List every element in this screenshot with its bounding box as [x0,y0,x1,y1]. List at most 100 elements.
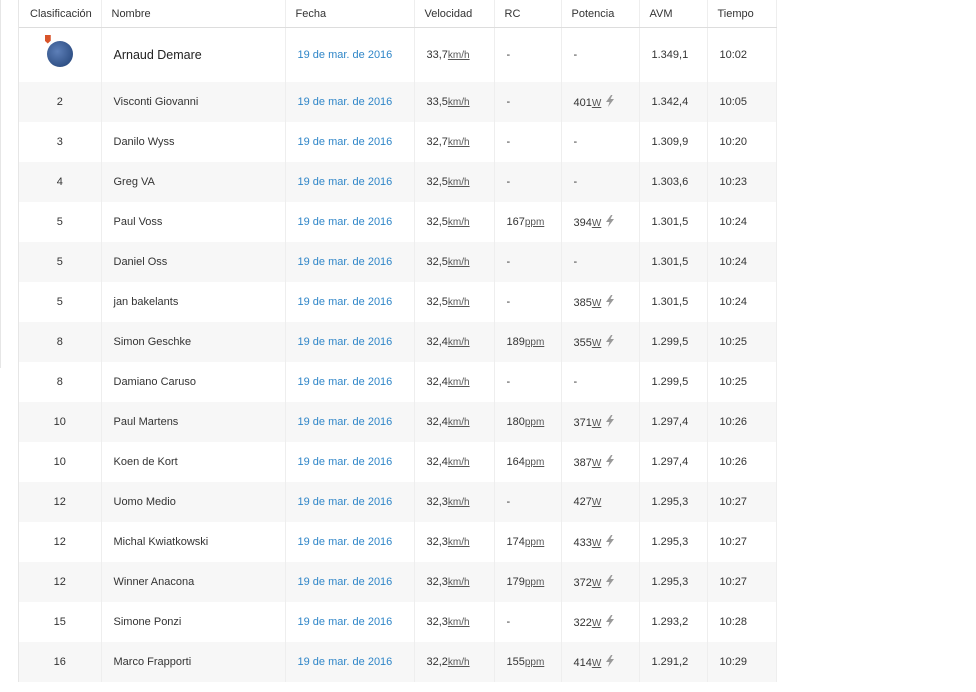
hr-cell: 180ppm [494,402,562,442]
table-row[interactable]: Arnaud Demare 19 de mar. de 2016 33,7km/h -… [19,27,777,82]
activity-date-link[interactable]: 19 de mar. de 2016 [298,656,393,668]
hr-unit: ppm [524,577,545,588]
activity-date-link[interactable]: 19 de mar. de 2016 [298,536,393,548]
athlete-avatar[interactable] [44,34,73,67]
hr-unit: ppm [524,217,545,228]
table-row[interactable]: 8 Damiano Caruso 19 de mar. de 2016 32,4km/… [19,362,777,402]
athlete-name-link[interactable]: Arnaud Demare [114,48,202,62]
col-header-power[interactable]: Potencia [561,0,640,28]
time-cell: 10:25 [707,362,777,402]
header-row: Clasificación Nombre Fecha Velocidad RC … [19,0,777,28]
athlete-name-cell: Arnaud Demare [101,27,286,82]
table-row[interactable]: 8 Simon Geschke 19 de mar. de 2016 32,4km/h… [19,322,777,362]
activity-date-link[interactable]: 19 de mar. de 2016 [298,216,393,228]
power-cell: 387W [561,442,640,482]
table-row[interactable]: 3 Danilo Wyss 19 de mar. de 2016 32,7km/h - -… [19,122,777,162]
athlete-name-cell: Paul Martens [101,402,286,442]
table-row[interactable]: 12 Winner Anacona 19 de mar. de 2016 32,3km… [19,562,777,602]
table-row[interactable]: 12 Uomo Medio 19 de mar. de 2016 32,3km/h -4… [19,482,777,522]
athlete-name-link[interactable]: Simone Ponzi [114,616,182,628]
athlete-name-link[interactable]: Uomo Medio [114,496,176,508]
col-header-rank[interactable]: Clasificación [19,0,102,28]
hr-value: - [506,49,511,61]
speed-unit: km/h [447,577,470,588]
speed-unit: km/h [447,417,470,428]
activity-date-link[interactable]: 19 de mar. de 2016 [298,49,393,61]
speed-unit: km/h [447,50,470,61]
table-row[interactable]: 5 jan bakelants 19 de mar. de 2016 32,5km/h… [19,282,777,322]
activity-date-link[interactable]: 19 de mar. de 2016 [298,176,393,188]
time-cell: 10:02 [707,27,777,82]
power-unit: W [591,618,602,629]
rank-cell: 5 [19,242,102,282]
activity-date-link[interactable]: 19 de mar. de 2016 [298,336,393,348]
athlete-name-link[interactable]: Simon Geschke [114,336,192,348]
activity-date-link[interactable]: 19 de mar. de 2016 [298,136,393,148]
power-unit: W [591,98,602,109]
athlete-name-link[interactable]: Visconti Giovanni [114,96,199,108]
rank-cell: 10 [19,402,102,442]
activity-date-link[interactable]: 19 de mar. de 2016 [298,296,393,308]
speed-unit: km/h [447,177,470,188]
athlete-name-link[interactable]: Michal Kwiatkowski [114,536,209,548]
col-header-name[interactable]: Nombre [101,0,286,28]
activity-date-link[interactable]: 19 de mar. de 2016 [298,576,393,588]
date-cell: 19 de mar. de 2016 [285,522,415,562]
athlete-name-link[interactable]: Danilo Wyss [114,136,175,148]
table-row[interactable]: 2 Visconti Giovanni 19 de mar. de 2016 33,5… [19,82,777,122]
date-cell: 19 de mar. de 2016 [285,402,415,442]
power-cell: - [561,122,640,162]
power-meter-bolt-icon [604,535,616,547]
activity-date-link[interactable]: 19 de mar. de 2016 [298,256,393,268]
col-header-vam[interactable]: AVM [639,0,708,28]
table-row[interactable]: 15 Simone Ponzi 19 de mar. de 2016 32,3km/h… [19,602,777,642]
athlete-name-link[interactable]: Daniel Oss [114,256,168,268]
power-unit: W [591,497,602,508]
rank-cell: 16 [19,642,102,682]
col-header-time[interactable]: Tiempo [707,0,777,28]
vam-cell: 1.303,6 [639,162,708,202]
activity-date-link[interactable]: 19 de mar. de 2016 [298,416,393,428]
athlete-name-link[interactable]: Greg VA [114,176,155,188]
athlete-name-cell: Uomo Medio [101,482,286,522]
athlete-name-cell: Paul Voss [101,202,286,242]
activity-date-link[interactable]: 19 de mar. de 2016 [298,456,393,468]
activity-date-link[interactable]: 19 de mar. de 2016 [298,96,393,108]
athlete-name-cell: Visconti Giovanni [101,82,286,122]
col-header-hr[interactable]: RC [494,0,562,28]
athlete-name-link[interactable]: Marco Frapporti [114,656,192,668]
hr-value: 167 [506,216,525,228]
power-unit: W [591,298,602,309]
activity-date-link[interactable]: 19 de mar. de 2016 [298,376,393,388]
athlete-name-link[interactable]: Winner Anacona [114,576,195,588]
athlete-name-link[interactable]: Paul Martens [114,416,179,428]
table-row[interactable]: 5 Daniel Oss 19 de mar. de 2016 32,5km/h - -1… [19,242,777,282]
athlete-name-link[interactable]: Koen de Kort [114,456,178,468]
power-unit: W [591,458,602,469]
table-row[interactable]: 10 Paul Martens 19 de mar. de 2016 32,4km/h… [19,402,777,442]
col-header-speed[interactable]: Velocidad [414,0,495,28]
vam-cell: 1.297,4 [639,442,708,482]
hr-cell: 167ppm [494,202,562,242]
vam-cell: 1.349,1 [639,27,708,82]
vam-cell: 1.342,4 [639,82,708,122]
athlete-name-link[interactable]: jan bakelants [114,296,179,308]
speed-value: 32,4 [426,416,448,428]
table-row[interactable]: 5 Paul Voss 19 de mar. de 2016 32,5km/h 167p… [19,202,777,242]
table-row[interactable]: 16 Marco Frapporti 19 de mar. de 2016 32,2k… [19,642,777,682]
athlete-name-cell: Koen de Kort [101,442,286,482]
power-value: 433 [573,537,592,549]
vam-cell: 1.293,2 [639,602,708,642]
athlete-name-link[interactable]: Paul Voss [114,216,163,228]
table-row[interactable]: 4 Greg VA 19 de mar. de 2016 32,5km/h - -1.30… [19,162,777,202]
activity-date-link[interactable]: 19 de mar. de 2016 [298,616,393,628]
table-row[interactable]: 12 Michal Kwiatkowski 19 de mar. de 2016 32… [19,522,777,562]
hr-cell: 179ppm [494,562,562,602]
hr-value: - [506,176,511,188]
table-row[interactable]: 10 Koen de Kort 19 de mar. de 2016 32,4km/h… [19,442,777,482]
hr-value: 174 [506,536,525,548]
col-header-date[interactable]: Fecha [285,0,415,28]
activity-date-link[interactable]: 19 de mar. de 2016 [298,496,393,508]
athlete-name-link[interactable]: Damiano Caruso [114,376,197,388]
speed-value: 32,4 [426,456,448,468]
